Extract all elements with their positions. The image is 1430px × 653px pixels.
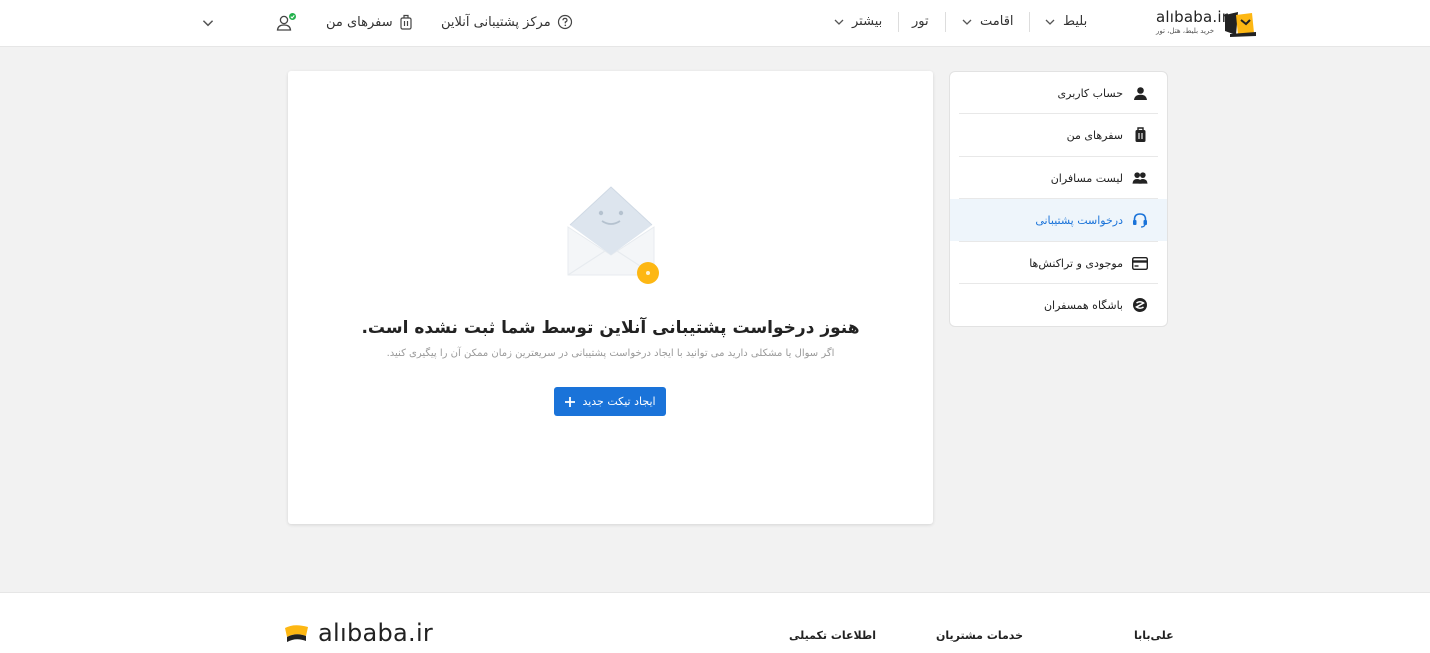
sidebar-item-account[interactable]: حساب کاربری: [950, 72, 1167, 114]
club-icon: [1132, 297, 1148, 313]
account-dropdown-toggle[interactable]: [200, 15, 216, 31]
empty-state-description: اگر سوال یا مشکلی دارید می توانید با ایج…: [386, 348, 835, 359]
footer-col-alibaba: علی‌بابا: [1134, 629, 1174, 642]
logo-tagline: خرید بلیط، هتل، تور: [1156, 27, 1215, 35]
nav-my-trips[interactable]: سفرهای من: [326, 14, 413, 30]
sidebar-item-wallet[interactable]: موجودی و تراکنش‌ها: [950, 242, 1167, 284]
sidebar-item-passengers[interactable]: لیست مسافران: [950, 157, 1167, 199]
sidebar-item-label: موجودی و تراکنش‌ها: [1029, 256, 1123, 270]
nav-my-trips-label: سفرهای من: [326, 14, 393, 30]
footer-col-customer-service: خدمات مشتریان: [936, 629, 1024, 642]
sidebar-item-support[interactable]: درخواست پشتیبانی: [950, 199, 1167, 241]
top-header: alıbaba.ir خرید بلیط، هتل، تور بلیط اقام…: [0, 0, 1430, 47]
create-ticket-button[interactable]: ایجاد تیکت جدید: [554, 387, 666, 416]
envelope-illustration-icon: [567, 186, 659, 284]
account-button[interactable]: [275, 12, 297, 34]
footer-logo-text: alıbaba.ir: [318, 619, 434, 647]
chevron-down-icon: [834, 19, 844, 25]
footer-col-more-info: اطلاعات تکمیلی: [789, 629, 877, 642]
support-empty-state-card: هنوز درخواست پشتیبانی آنلاین توسط شما ثب…: [288, 71, 933, 524]
alibaba-logo-icon: [285, 625, 308, 642]
footer-logo[interactable]: alıbaba.ir: [284, 619, 433, 647]
nav-more-label: بیشتر: [852, 14, 883, 29]
user-icon: [1132, 85, 1148, 101]
nav-divider: [898, 12, 899, 32]
users-icon: [1132, 170, 1148, 186]
nav-tour[interactable]: تور: [912, 14, 929, 29]
logo-text: alıbaba.ir: [1156, 8, 1229, 26]
sidebar-item-label: لیست مسافران: [1050, 171, 1123, 185]
chevron-down-icon: [202, 20, 214, 27]
nav-divider: [1029, 12, 1030, 32]
create-ticket-label: ایجاد تیکت جدید: [582, 395, 656, 408]
empty-state-title: هنوز درخواست پشتیبانی آنلاین توسط شما ثب…: [361, 318, 860, 338]
sidebar-item-label: باشگاه همسفران: [1043, 298, 1123, 312]
nav-ticket[interactable]: بلیط: [1043, 14, 1087, 29]
nav-support-label: مرکز پشتیبانی آنلاین: [441, 14, 551, 30]
nav-ticket-label: بلیط: [1063, 14, 1088, 29]
card-icon: [1132, 255, 1148, 271]
chevron-down-icon: [962, 19, 972, 25]
sidebar-item-label: سفرهای من: [1066, 128, 1123, 142]
luggage-icon: [1132, 127, 1148, 143]
sidebar-item-label: درخواست پشتیبانی: [1035, 213, 1123, 227]
brand-logo[interactable]: alıbaba.ir خرید بلیط، هتل، تور: [1150, 6, 1260, 40]
plus-icon: [565, 396, 576, 407]
sidebar-item-my-trips[interactable]: سفرهای من: [950, 114, 1167, 156]
headset-icon: [1132, 212, 1148, 228]
user-icon: [276, 13, 296, 31]
nav-stay[interactable]: اقامت: [960, 14, 1014, 29]
nav-divider: [945, 12, 946, 32]
site-footer: alıbaba.ir علی‌بابا خدمات مشتریان اطلاعا…: [0, 592, 1430, 653]
nav-tour-label: تور: [912, 14, 929, 29]
nav-support-center[interactable]: مرکز پشتیبانی آنلاین: [441, 14, 573, 30]
alibaba-logo-icon: [1225, 12, 1256, 37]
sidebar-item-label: حساب کاربری: [1057, 86, 1123, 100]
question-circle-icon: [557, 14, 572, 30]
account-sidebar: حساب کاربری سفرهای من لیست مسافران درخوا…: [949, 71, 1168, 327]
nav-stay-label: اقامت: [980, 14, 1014, 29]
luggage-icon: [400, 14, 412, 30]
chevron-down-icon: [1045, 19, 1055, 25]
nav-more[interactable]: بیشتر: [832, 14, 882, 29]
sidebar-item-club[interactable]: باشگاه همسفران: [950, 284, 1167, 326]
